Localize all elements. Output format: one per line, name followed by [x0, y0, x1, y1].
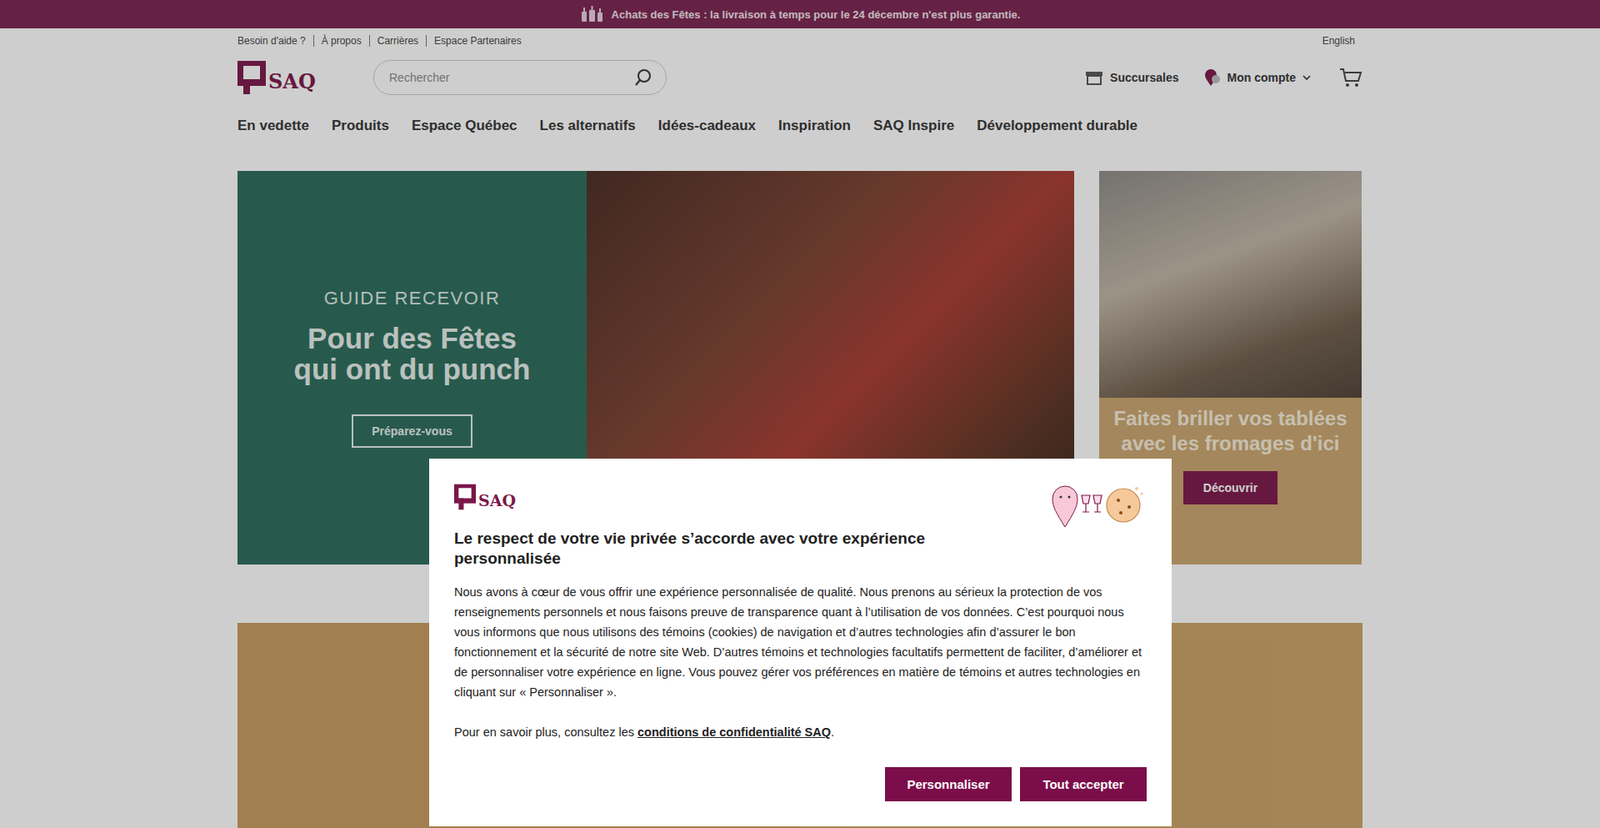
dialog-button[interactable]: Personnaliser: [885, 766, 1012, 801]
dialog-button[interactable]: Tout accepter: [1020, 766, 1147, 801]
cookie-illustration-icon: [1050, 481, 1147, 529]
dialog-logo: SAQ: [454, 483, 516, 510]
dialog-title: Le respect de votre vie privée s’accorde…: [454, 528, 955, 569]
dialog-more: Pour en savoir plus, consultez les condi…: [454, 721, 1147, 742]
dialog-body: Nous avons à cœur de vous offrir une exp…: [454, 581, 1147, 702]
logo-mark-icon: [454, 483, 476, 510]
privacy-link[interactable]: conditions de confidentialité SAQ: [637, 725, 831, 739]
cookie-dialog: SAQ Le respect de votre vie privée s’acco…: [429, 458, 1172, 826]
saq-page: Achats des Fêtes : la livraison à temps …: [0, 0, 1600, 828]
